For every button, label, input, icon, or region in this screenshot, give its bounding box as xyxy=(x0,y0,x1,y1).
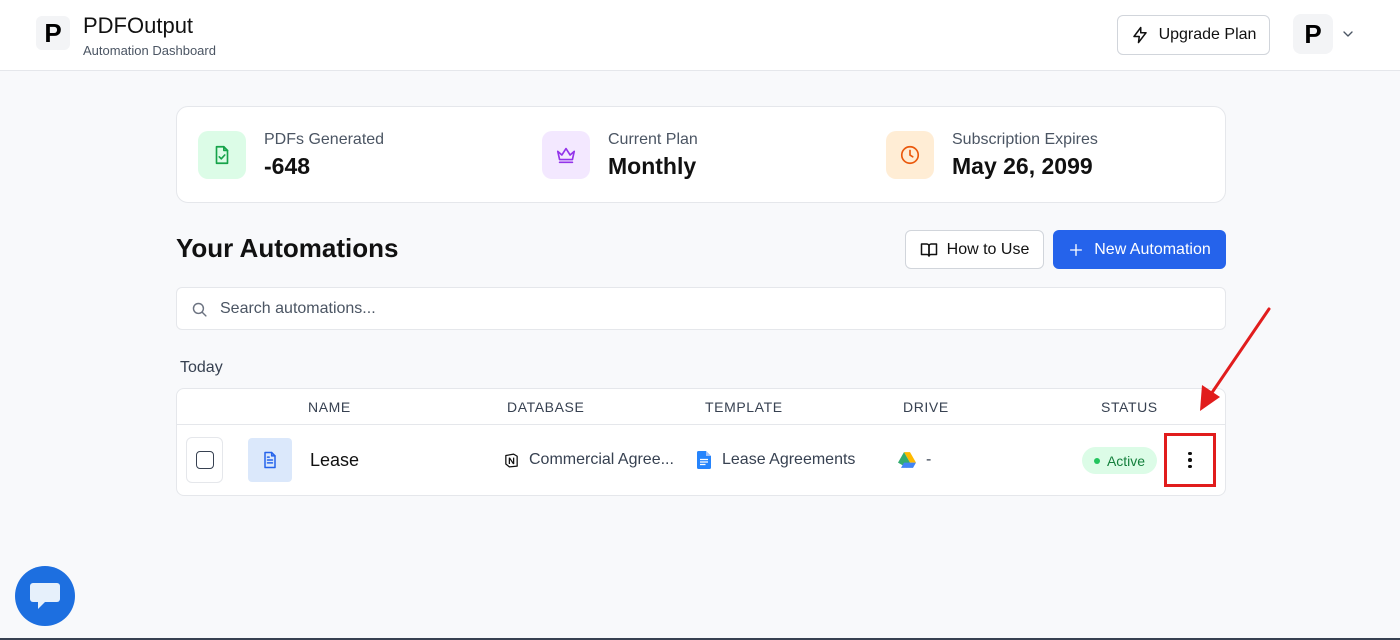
upgrade-plan-button[interactable]: Upgrade Plan xyxy=(1117,15,1270,55)
stat-value: May 26, 2099 xyxy=(952,153,1093,179)
table-header: NAME DATABASE TEMPLATE DRIVE STATUS xyxy=(177,389,1225,425)
column-header-status[interactable]: STATUS xyxy=(1101,399,1158,415)
logo-letter: P xyxy=(44,17,62,48)
stat-label: PDFs Generated xyxy=(264,131,385,148)
chat-icon xyxy=(30,583,60,609)
book-icon xyxy=(920,242,937,257)
new-automation-label: New Automation xyxy=(1094,240,1211,258)
status-dot xyxy=(1093,457,1100,464)
template-cell: Lease Agreements xyxy=(697,451,855,469)
status-label: Active xyxy=(1106,452,1146,469)
app-header: P PDFOutput Automation Dashboard Upgrade… xyxy=(0,0,1400,71)
document-icon xyxy=(248,438,292,482)
file-check-icon xyxy=(198,131,246,179)
lightning-icon xyxy=(1132,26,1147,44)
stats-card: PDFs Generated -648 Current Plan Monthly… xyxy=(176,106,1226,203)
group-label-today: Today xyxy=(180,359,223,376)
annotation-arrow-icon xyxy=(1200,307,1271,411)
google-drive-icon xyxy=(898,452,916,468)
row-checkbox[interactable] xyxy=(195,451,214,469)
app-title: PDFOutput xyxy=(83,13,194,38)
stat-value: -648 xyxy=(264,153,311,179)
crown-icon xyxy=(542,131,590,179)
search-icon xyxy=(192,302,207,317)
template-name: Lease Agreements xyxy=(722,451,856,468)
automation-name[interactable]: Lease xyxy=(310,450,359,471)
stat-label: Subscription Expires xyxy=(952,131,1098,148)
avatar-letter: P xyxy=(1304,18,1322,49)
status-badge: Active xyxy=(1082,447,1157,474)
automations-title: Your Automations xyxy=(176,233,399,263)
app-subtitle: Automation Dashboard xyxy=(83,43,216,58)
new-automation-button[interactable]: New Automation xyxy=(1053,230,1226,269)
plus-icon xyxy=(1070,243,1083,256)
search-bar xyxy=(176,287,1226,330)
google-docs-icon xyxy=(697,451,711,469)
drive-value: - xyxy=(926,451,932,468)
search-input[interactable] xyxy=(220,288,1210,329)
chevron-down-icon[interactable] xyxy=(1340,26,1356,42)
annotation-highlight-box xyxy=(1164,433,1216,487)
drive-cell: - xyxy=(898,451,931,469)
upgrade-plan-label: Upgrade Plan xyxy=(1158,26,1257,43)
row-select[interactable] xyxy=(186,437,223,483)
column-header-name[interactable]: NAME xyxy=(308,399,351,415)
column-header-drive[interactable]: DRIVE xyxy=(903,399,949,415)
app-logo[interactable]: P xyxy=(36,16,70,50)
stat-label: Current Plan xyxy=(608,131,698,148)
clock-icon xyxy=(886,131,934,179)
chat-support-button[interactable] xyxy=(15,566,75,626)
database-name: Commercial Agree... xyxy=(529,451,674,468)
column-header-database[interactable]: DATABASE xyxy=(507,399,584,415)
database-cell: Commercial Agree... xyxy=(503,451,674,469)
column-header-template[interactable]: TEMPLATE xyxy=(705,399,783,415)
table-row[interactable]: Lease Commercial Agree... Lease Agreemen… xyxy=(177,425,1225,495)
stat-value: Monthly xyxy=(608,153,697,179)
automations-table: NAME DATABASE TEMPLATE DRIVE STATUS Leas… xyxy=(176,388,1226,496)
user-avatar[interactable]: P xyxy=(1293,14,1333,54)
how-to-use-label: How to Use xyxy=(946,240,1030,258)
how-to-use-button[interactable]: How to Use xyxy=(905,230,1044,269)
notion-icon xyxy=(505,452,518,468)
